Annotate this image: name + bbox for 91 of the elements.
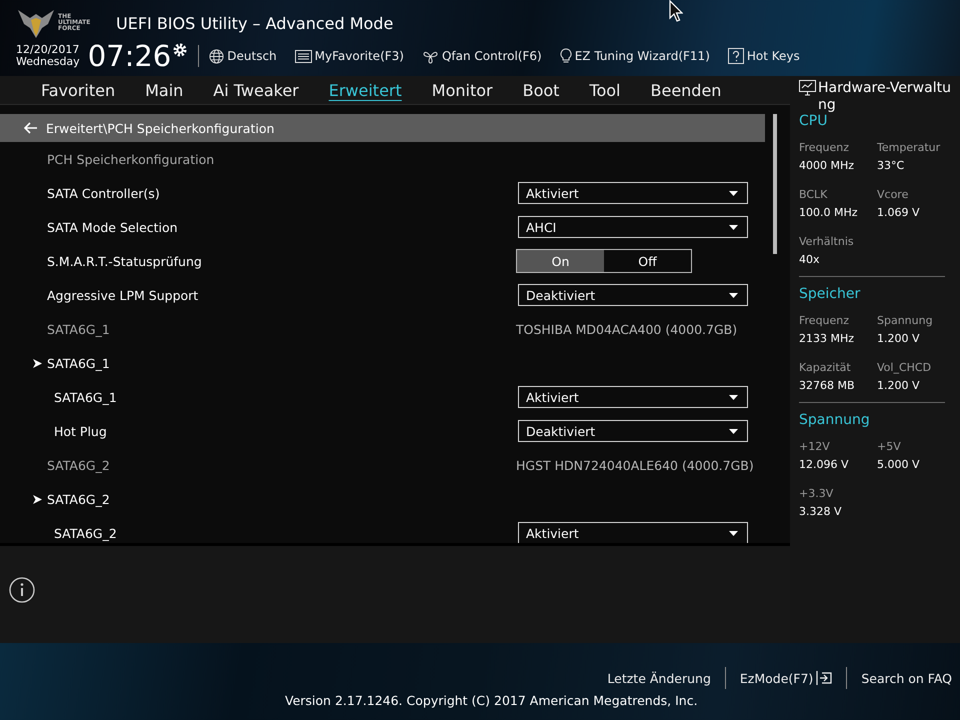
metric-label: BCLK xyxy=(799,188,828,201)
metric-label: Vcore xyxy=(877,188,910,201)
menu-tab[interactable]: Tool xyxy=(574,76,636,104)
exit-icon xyxy=(816,671,832,685)
toolbar-button[interactable]: MyFavorite(F3) xyxy=(294,49,404,63)
dropdown[interactable]: Aktiviert xyxy=(518,522,748,543)
setting-label: SATA Controller(s) xyxy=(47,186,161,200)
setting-label: SATA Mode Selection xyxy=(47,220,179,234)
metric-label: Verhältnis xyxy=(799,234,855,248)
metric-label: Vol_CHCD xyxy=(877,360,932,374)
metric-value: 32768 MB xyxy=(799,378,856,392)
dropdown[interactable]: Deaktiviert xyxy=(518,284,748,306)
setting-label: S.M.A.R.T.-Statusprüfung xyxy=(47,254,203,268)
metric-label: Temperatur xyxy=(877,140,942,154)
setting-label: Aggressive LPM Support xyxy=(47,288,200,302)
metric-label: Frequenz xyxy=(799,140,850,154)
menu-tab[interactable]: Beenden xyxy=(636,76,736,104)
metric-value: 5.000 V xyxy=(877,458,921,471)
port-label: SATA6G_1 xyxy=(47,322,111,336)
metric-label: +12V xyxy=(799,440,831,453)
submenu-item[interactable]: SATA6G_2 xyxy=(0,482,765,516)
toolbar-button[interactable]: Hot Keys xyxy=(728,48,800,64)
mouse-cursor-icon xyxy=(669,0,683,22)
caret-icon xyxy=(729,292,738,298)
switch-option[interactable]: On xyxy=(517,250,604,272)
panel-title: Hardware-Verwaltung xyxy=(818,80,952,114)
section-heading: PCH Speicherkonfiguration xyxy=(47,152,216,166)
date-text: 12/20/2017 xyxy=(16,44,80,56)
section-title: CPU xyxy=(799,112,828,129)
caret-icon xyxy=(729,530,738,536)
menu-tab[interactable]: Monitor xyxy=(416,76,508,104)
setting-label: SATA6G_1 xyxy=(54,390,118,404)
metric-value: 1.200 V xyxy=(877,332,921,345)
weekday-text: Wednesday xyxy=(16,56,80,68)
arrow-icon xyxy=(33,358,42,368)
monitor-icon xyxy=(799,80,816,96)
list-icon xyxy=(294,50,312,62)
metric-label: Frequenz xyxy=(799,314,850,327)
toolbar-button[interactable]: Deutsch xyxy=(209,48,277,64)
setting-label: Hot Plug xyxy=(54,424,108,438)
metric-label: +5V xyxy=(877,440,902,453)
drive-info: HGST HDN724040ALE640 (4000.7GB) xyxy=(516,458,754,472)
metric-value: 33°C xyxy=(877,158,906,172)
menu-tab[interactable]: Favoriten xyxy=(26,76,130,104)
setting-label: SATA6G_2 xyxy=(54,526,118,540)
dropdown[interactable]: Deaktiviert xyxy=(518,420,748,442)
clock-time: 07:26 xyxy=(88,39,172,73)
menu-tab[interactable]: Ai Tweaker xyxy=(198,76,314,104)
menu-tab[interactable]: Erweitert xyxy=(314,76,417,104)
footer-link[interactable]: Letzte Änderung xyxy=(607,670,711,686)
dropdown[interactable]: Aktiviert xyxy=(518,182,748,204)
drive-info: TOSHIBA MD04ACA400 (4000.7GB) xyxy=(516,322,738,336)
section-title: Speicher xyxy=(799,286,862,302)
info-icon xyxy=(9,576,35,602)
toolbar-button[interactable]: Qfan Control(F6) xyxy=(422,48,542,64)
window-title: UEFI BIOS Utility – Advanced Mode xyxy=(116,14,394,32)
help-icon xyxy=(728,48,744,64)
breadcrumb-bar[interactable]: Erweitert\PCH Speicherkonfiguration xyxy=(0,114,765,142)
version-text: Version 2.17.1246. Copyright (C) 2017 American Megatrends, Inc. xyxy=(285,693,698,708)
settings-icon[interactable] xyxy=(172,42,188,58)
menu-tab[interactable]: Main xyxy=(130,76,198,104)
submenu-item[interactable]: SATA6G_1 xyxy=(0,346,765,380)
dropdown[interactable]: Aktiviert xyxy=(518,386,748,408)
port-label: SATA6G_2 xyxy=(47,458,111,472)
caret-icon xyxy=(729,394,738,400)
globe-icon xyxy=(209,48,224,64)
scrollbar-thumb[interactable] xyxy=(773,114,777,254)
metric-value: 3.328 V xyxy=(799,504,843,518)
footer-link[interactable]: Search on FAQ xyxy=(861,670,952,686)
metric-label: +3.3V xyxy=(799,486,834,500)
footer-link[interactable]: EzMode(F7) xyxy=(740,670,832,686)
caret-icon xyxy=(729,224,738,230)
section-title: Spannung xyxy=(799,412,871,428)
metric-value: 12.096 V xyxy=(799,458,850,471)
lightbulb-icon xyxy=(560,48,572,64)
menu-tab[interactable]: Boot xyxy=(508,76,574,104)
metric-value: 2133 MHz xyxy=(799,332,856,345)
metric-label: Spannung xyxy=(877,314,934,327)
metric-value: 1.069 V xyxy=(877,206,921,219)
metric-value: 1.200 V xyxy=(877,378,921,392)
back-arrow-icon xyxy=(24,122,38,134)
metric-value: 100.0 MHz xyxy=(799,206,859,219)
metric-value: 4000 MHz xyxy=(799,158,856,172)
arrow-icon xyxy=(33,494,42,504)
caret-icon xyxy=(729,428,738,434)
metric-label: Kapazität xyxy=(799,360,852,374)
toolbar-button[interactable]: EZ Tuning Wizard(F11) xyxy=(560,48,710,64)
dropdown[interactable]: AHCI xyxy=(518,216,748,238)
metric-value: 40x xyxy=(799,252,821,266)
caret-icon xyxy=(729,190,738,196)
breadcrumb-path: Erweitert\PCH Speicherkonfiguration xyxy=(46,120,274,136)
